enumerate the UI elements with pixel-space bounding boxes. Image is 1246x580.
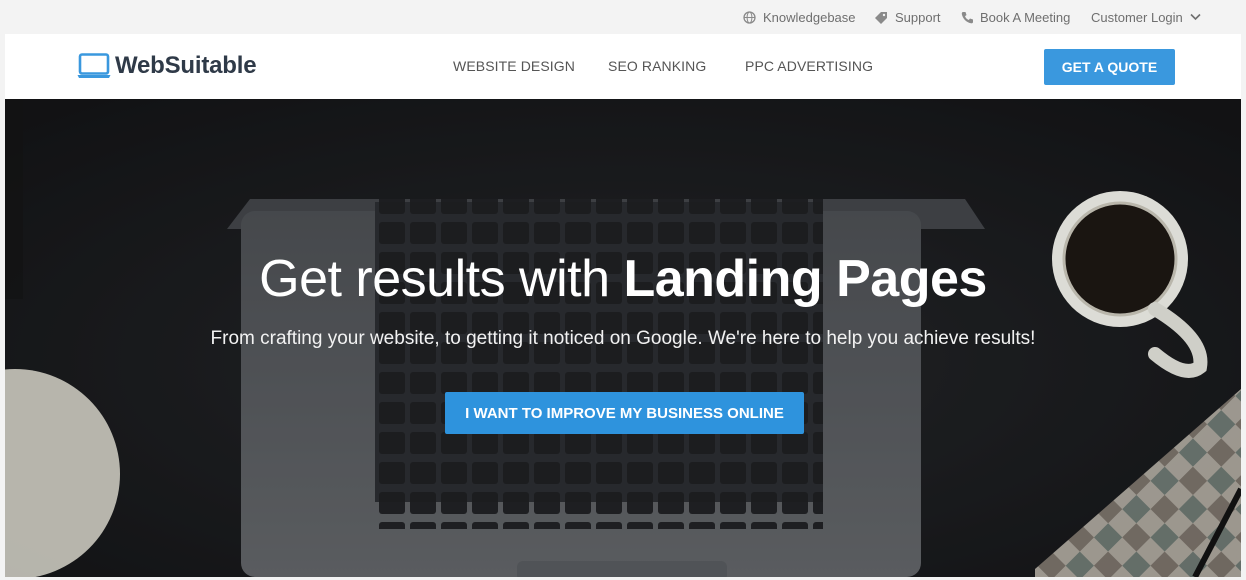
- phone-icon: [961, 11, 973, 23]
- book-meeting-label: Book A Meeting: [980, 9, 1071, 25]
- site-header: WebSuitable WEBSITE DESIGN SEO RANKING P…: [5, 34, 1241, 99]
- support-link[interactable]: Support: [874, 0, 941, 34]
- knowledgebase-link[interactable]: Knowledgebase: [743, 0, 856, 34]
- chevron-down-icon: [1190, 13, 1201, 21]
- globe-icon: [743, 10, 756, 24]
- book-meeting-link[interactable]: Book A Meeting: [961, 0, 1070, 34]
- knowledgebase-label: Knowledgebase: [763, 9, 856, 25]
- support-label: Support: [895, 9, 941, 25]
- nav-seo-ranking[interactable]: SEO RANKING: [608, 58, 706, 74]
- hero-title-bold: Landing Pages: [623, 250, 987, 308]
- tag-icon: [875, 11, 887, 24]
- laptop-icon: [77, 53, 111, 78]
- hero-subtitle: From crafting your website, to getting i…: [210, 328, 1036, 349]
- hero-title: Get results with Landing Pages: [5, 249, 1241, 309]
- utility-bar: Knowledgebase Support Book A Meeting Cus…: [0, 0, 1246, 34]
- improve-business-cta-button[interactable]: I WANT TO IMPROVE MY BUSINESS ONLINE: [445, 392, 804, 434]
- nav-website-design[interactable]: WEBSITE DESIGN: [453, 58, 575, 74]
- nav-ppc-advertising[interactable]: PPC ADVERTISING: [745, 58, 873, 74]
- customer-login-dropdown[interactable]: Customer Login: [1091, 0, 1208, 34]
- hero-title-light: Get results with: [259, 250, 624, 308]
- brand-logo[interactable]: WebSuitable: [77, 52, 257, 80]
- hero-section: Get results with Landing Pages From craf…: [5, 99, 1241, 577]
- customer-login-label: Customer Login: [1091, 9, 1183, 25]
- get-quote-button[interactable]: GET A QUOTE: [1044, 49, 1175, 85]
- brand-name: WebSuitable: [115, 52, 257, 79]
